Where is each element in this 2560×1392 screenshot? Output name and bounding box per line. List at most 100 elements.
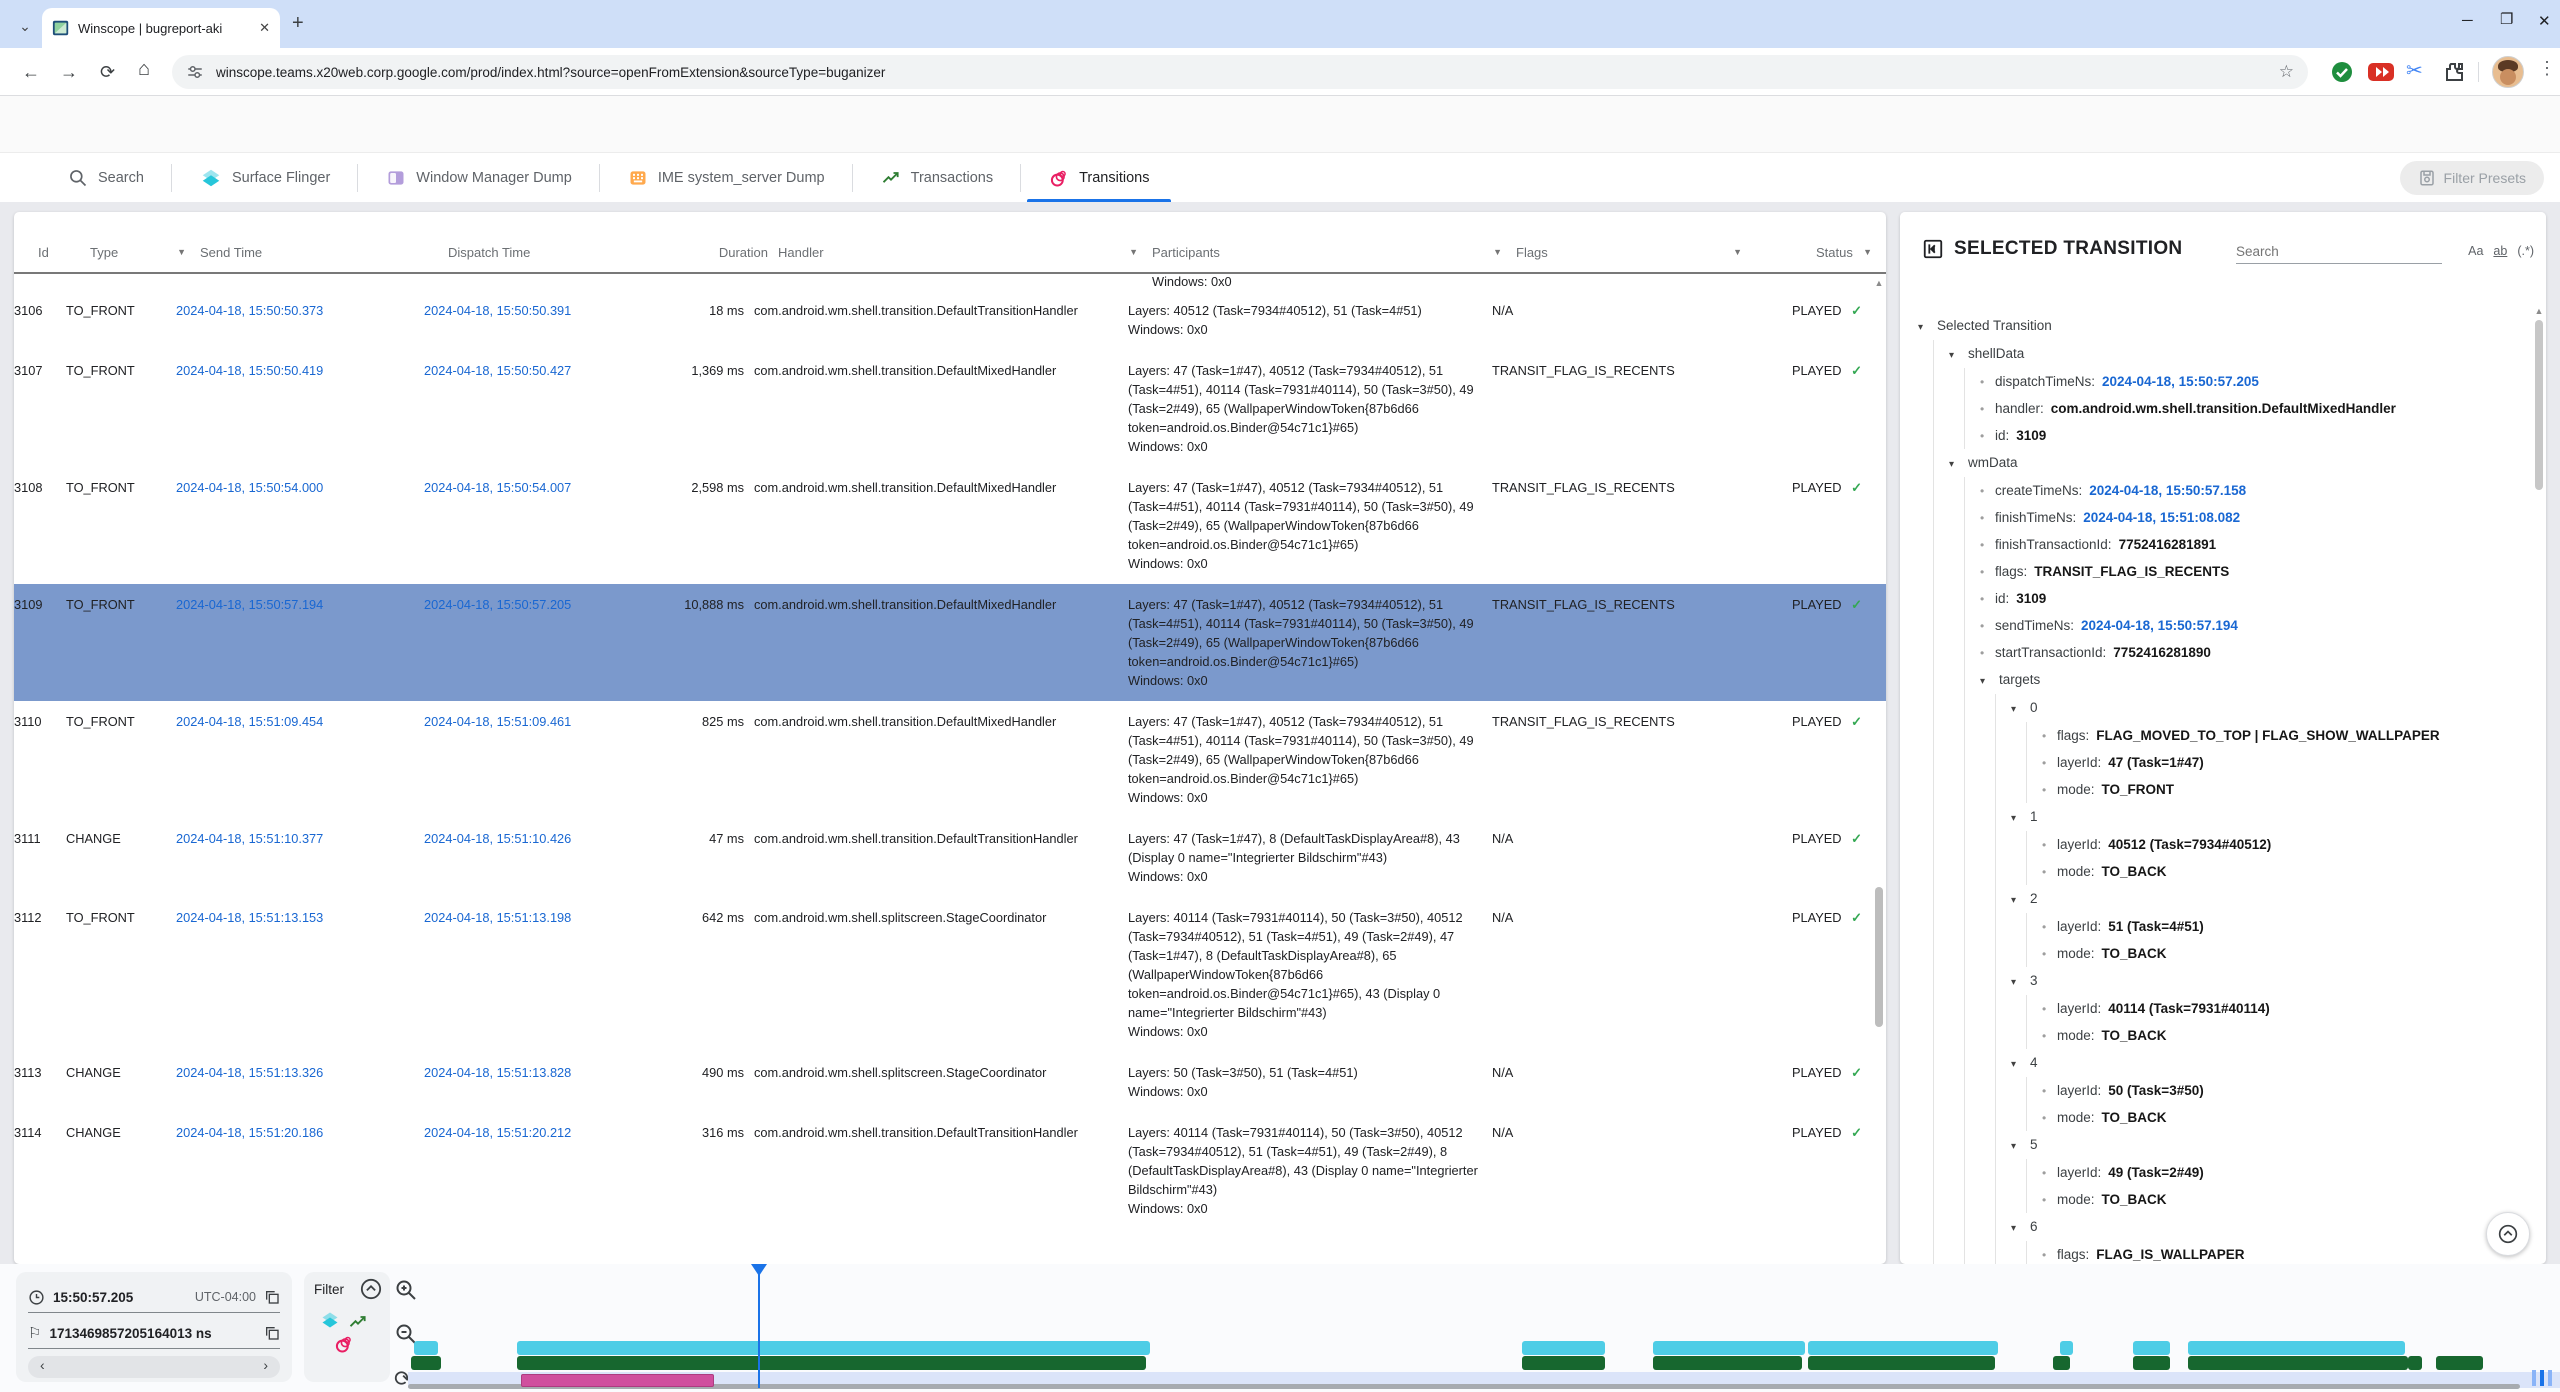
send-time-cell[interactable]: 2024-04-18, 15:50:50.419 (176, 361, 424, 380)
table-scrollbar-thumb[interactable] (1875, 887, 1883, 1027)
send-time-cell[interactable]: 2024-04-18, 15:51:13.153 (176, 908, 424, 927)
transactions-segment[interactable] (2408, 1356, 2422, 1370)
table-row[interactable]: 3107TO_FRONT2024-04-18, 15:50:50.4192024… (14, 350, 1886, 467)
window-restore-icon[interactable]: ❐ (2500, 10, 2513, 28)
tree-node[interactable]: ▾wmData (1949, 449, 2530, 477)
timeline-horizontal-scrollbar[interactable] (408, 1384, 2520, 1389)
tree-node[interactable]: •mode:TO_BACK (2042, 1186, 2530, 1213)
panel-scroll-up-icon[interactable]: ▲ (2533, 306, 2545, 316)
tab-close-icon[interactable]: ✕ (259, 20, 270, 36)
dispatch-time-cell[interactable]: 2024-04-18, 15:51:20.212 (424, 1123, 674, 1142)
table-row[interactable]: 3109TO_FRONT2024-04-18, 15:50:57.1942024… (14, 584, 1886, 701)
forward-icon[interactable]: → (60, 60, 78, 84)
tree-node[interactable]: •layerId:40114 (Task=7931#40114) (2042, 995, 2530, 1022)
tree-node[interactable]: •dispatchTimeNs:2024-04-18, 15:50:57.205 (1980, 368, 2530, 395)
panel-scrollbar[interactable]: ▲ (2533, 312, 2545, 1260)
tree-node[interactable]: •mode:TO_FRONT (2042, 776, 2530, 803)
surface-flinger-segment[interactable] (2060, 1341, 2073, 1355)
current-ns-field[interactable]: ⚐ 1713469857205164013 ns (28, 1318, 280, 1349)
url-bar[interactable]: winscope.teams.x20web.corp.google.com/pr… (172, 55, 2308, 89)
timeline-cursor-handle[interactable] (751, 1264, 767, 1276)
surface-flinger-segment[interactable] (414, 1341, 438, 1355)
send-time-cell[interactable]: 2024-04-18, 15:51:20.186 (176, 1123, 424, 1142)
scroll-up-arrow-icon[interactable]: ▲ (1873, 278, 1885, 288)
scroll-to-top-button[interactable] (2486, 1212, 2530, 1256)
tree-node[interactable]: •layerId:50 (Task=3#50) (2042, 1077, 2530, 1104)
tree-node[interactable]: ▾4 (2011, 1049, 2530, 1077)
tree-node[interactable]: •startTransactionId:7752416281890 (1980, 639, 2530, 666)
current-time-field[interactable]: 15:50:57.205 UTC-04:00 (28, 1282, 280, 1313)
transactions-segment[interactable] (1808, 1356, 1995, 1370)
table-row[interactable]: 3108TO_FRONT2024-04-18, 15:50:54.0002024… (14, 467, 1886, 584)
profile-avatar[interactable] (2492, 56, 2524, 88)
tree-node[interactable]: •layerId:51 (Task=4#51) (2042, 913, 2530, 940)
reload-icon[interactable]: ⟳ (100, 60, 115, 84)
match-case-toggle[interactable]: Aa (2468, 244, 2483, 258)
transitions-filter-icon[interactable] (334, 1334, 354, 1354)
tree-node[interactable]: •handler:com.android.wm.shell.transition… (1980, 395, 2530, 422)
transactions-segment[interactable] (2436, 1356, 2483, 1370)
tree-node[interactable]: ▾5 (2011, 1131, 2530, 1159)
transactions-segment[interactable] (1522, 1356, 1605, 1370)
surface-flinger-segment[interactable] (2188, 1341, 2405, 1355)
tab-transactions[interactable]: Transactions (853, 153, 1021, 203)
tree-node[interactable]: •layerId:49 (Task=2#49) (2042, 1159, 2530, 1186)
extensions-puzzle-icon[interactable] (2442, 60, 2466, 84)
new-tab-button[interactable]: + (292, 12, 304, 34)
table-row[interactable]: 3111CHANGE2024-04-18, 15:51:10.3772024-0… (14, 818, 1886, 897)
surface-flinger-segment[interactable] (1808, 1341, 1998, 1355)
tree-node[interactable]: •id:3109 (1980, 422, 2530, 449)
tab-search-chevron-icon[interactable]: ⌄ (12, 14, 38, 40)
send-time-cell[interactable]: 2024-04-18, 15:51:13.326 (176, 1063, 424, 1082)
timeline-cursor[interactable] (758, 1266, 760, 1388)
collapse-arrow-icon[interactable]: ▾ (2011, 1137, 2023, 1156)
column-filter-arrow-icon[interactable]: ▼ (1129, 247, 1138, 257)
table-row[interactable]: 3114CHANGE2024-04-18, 15:51:20.1862024-0… (14, 1112, 1886, 1229)
tree-node[interactable]: ▾0 (2011, 694, 2530, 722)
step-forward-icon[interactable]: › (263, 1357, 268, 1373)
collapse-arrow-icon[interactable]: ▾ (1980, 672, 1992, 691)
tree-search-input[interactable] (2236, 240, 2442, 264)
tree-node[interactable]: ▾Selected Transition (1918, 312, 2530, 340)
tab-ime-system-server-dump[interactable]: IME system_server Dump (600, 153, 853, 203)
browser-tab[interactable]: Winscope | bugreport-aki ✕ (42, 8, 280, 48)
window-minimize-icon[interactable]: ─ (2462, 12, 2473, 29)
home-icon[interactable]: ⌂ (138, 57, 150, 81)
tree-node[interactable]: •mode:TO_BACK (2042, 940, 2530, 967)
surface-flinger-segment[interactable] (517, 1341, 1150, 1355)
collapse-arrow-icon[interactable]: ▾ (2011, 1055, 2023, 1074)
copy-ns-icon[interactable] (264, 1325, 280, 1341)
transactions-segment[interactable] (2053, 1356, 2070, 1370)
table-scrollbar[interactable]: ▲ (1873, 278, 1885, 1260)
column-filter-arrow-icon[interactable]: ▼ (1863, 247, 1872, 257)
table-row[interactable]: 3110TO_FRONT2024-04-18, 15:51:09.4542024… (14, 701, 1886, 818)
send-time-cell[interactable]: 2024-04-18, 15:51:10.377 (176, 829, 424, 848)
dispatch-time-cell[interactable]: 2024-04-18, 15:50:50.391 (424, 301, 674, 320)
transactions-segment[interactable] (1653, 1356, 1802, 1370)
tab-surface-flinger[interactable]: Surface Flinger (172, 153, 358, 203)
copy-time-icon[interactable] (264, 1289, 280, 1305)
browser-menu-kebab-icon[interactable]: ⋮ (2538, 58, 2556, 79)
tree-node[interactable]: •layerId:40512 (Task=7934#40512) (2042, 831, 2530, 858)
transactions-filter-icon[interactable] (348, 1312, 368, 1332)
collapse-arrow-icon[interactable]: ▾ (2011, 700, 2023, 719)
table-row[interactable]: 3112TO_FRONT2024-04-18, 15:51:13.1532024… (14, 897, 1886, 1052)
tree-search-field[interactable] (2236, 240, 2442, 264)
dispatch-time-cell[interactable]: 2024-04-18, 15:50:57.205 (424, 595, 674, 614)
extension-video-icon[interactable] (2368, 63, 2394, 81)
transactions-segment[interactable] (2188, 1356, 2408, 1370)
site-settings-icon[interactable] (186, 63, 204, 81)
surface-flinger-filter-icon[interactable] (320, 1310, 340, 1330)
extension-scissors-icon[interactable]: ✂ (2406, 58, 2423, 83)
collapse-arrow-icon[interactable]: ▾ (2011, 1219, 2023, 1238)
column-filter-arrow-icon[interactable]: ▼ (1733, 247, 1742, 257)
regex-toggle[interactable]: (.*) (2517, 244, 2534, 258)
tab-search[interactable]: Search (40, 153, 172, 203)
dispatch-time-cell[interactable]: 2024-04-18, 15:51:13.828 (424, 1063, 674, 1082)
surface-flinger-segment[interactable] (1653, 1341, 1805, 1355)
send-time-cell[interactable]: 2024-04-18, 15:51:09.454 (176, 712, 424, 731)
dispatch-time-cell[interactable]: 2024-04-18, 15:51:10.426 (424, 829, 674, 848)
tree-node[interactable]: •mode:TO_BACK (2042, 1022, 2530, 1049)
tab-window-manager-dump[interactable]: Window Manager Dump (358, 153, 600, 203)
collapse-arrow-icon[interactable]: ▾ (1949, 455, 1961, 474)
